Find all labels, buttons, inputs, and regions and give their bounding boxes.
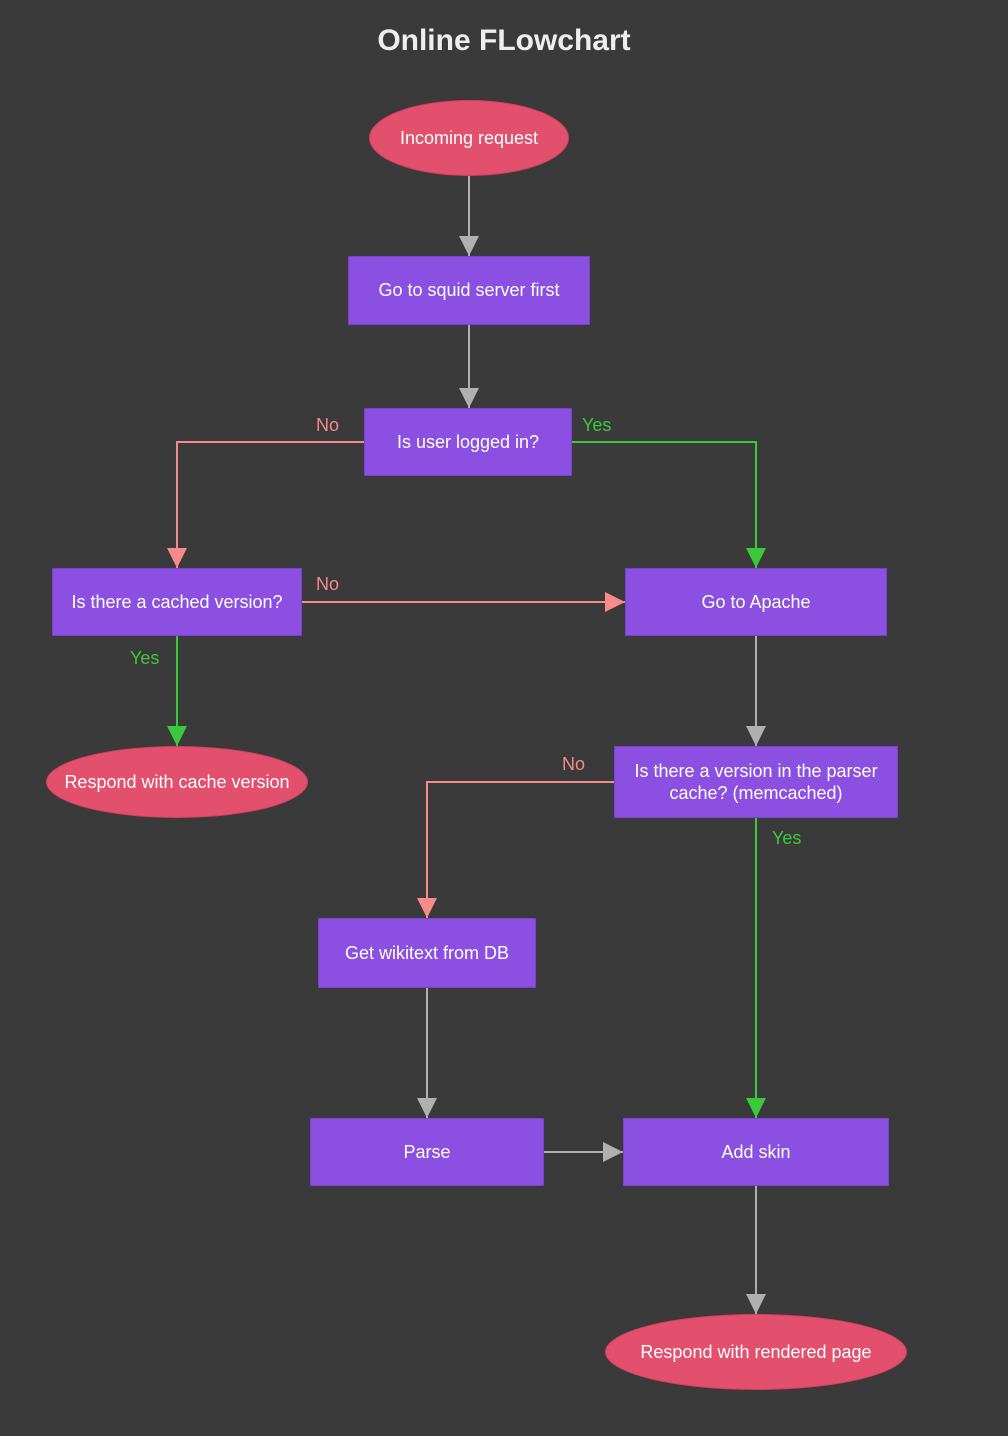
node-incoming-start: Incoming request	[369, 100, 569, 176]
label-parser-yes: Yes	[772, 828, 801, 849]
label-cached-no: No	[316, 574, 339, 595]
label-loggedin-no: No	[316, 415, 339, 436]
edges-layer	[0, 0, 1008, 1436]
node-wikitext-process: Get wikitext from DB	[318, 918, 536, 988]
edge-loggedin-cached	[177, 442, 364, 568]
flowchart-canvas: Online FLowchart	[0, 0, 1008, 1436]
node-squid-process: Go to squid server first	[348, 256, 590, 325]
label-loggedin-yes: Yes	[582, 415, 611, 436]
edge-loggedin-apache	[572, 442, 756, 568]
node-addskin-process: Add skin	[623, 1118, 889, 1186]
label-cached-yes: Yes	[130, 648, 159, 669]
node-rendered-end: Respond with rendered page	[605, 1314, 907, 1390]
label-parser-no: No	[562, 754, 585, 775]
edge-parsercache-wikitext	[427, 782, 614, 918]
node-cached-decision: Is there a cached version?	[52, 568, 302, 636]
node-apache-process: Go to Apache	[625, 568, 887, 636]
page-title: Online FLowchart	[0, 24, 1008, 58]
node-parsercache-decision: Is there a version in the parser cache? …	[614, 746, 898, 818]
node-loggedin-decision: Is user logged in?	[364, 408, 572, 476]
node-cacheresp-end: Respond with cache version	[46, 746, 308, 818]
node-parse-process: Parse	[310, 1118, 544, 1186]
